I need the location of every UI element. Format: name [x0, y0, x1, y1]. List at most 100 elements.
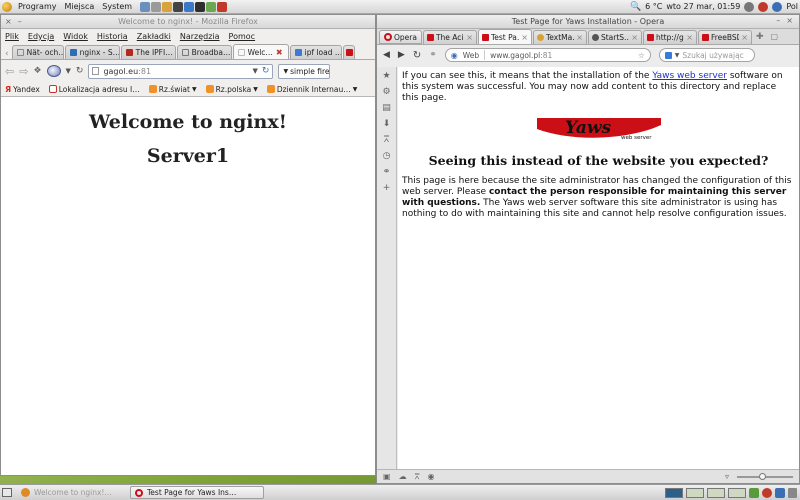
firefox-tab-active[interactable]: Welc… ✖ [232, 44, 289, 59]
user-name[interactable]: Pol [786, 2, 798, 11]
distro-logo-icon[interactable] [2, 1, 12, 12]
menu-help[interactable]: Pomoc [229, 32, 256, 41]
bookmark-folder-rz-polska[interactable]: Rz.polska ▼ [205, 85, 258, 94]
extension-icon[interactable]: ❖ [33, 66, 41, 76]
search-engine-chevron-icon[interactable]: ▼ [283, 68, 288, 75]
settings-icon[interactable] [744, 1, 755, 12]
launcher-app-icon[interactable] [151, 1, 162, 12]
menu-applications[interactable]: Programy [14, 2, 61, 11]
firefox-tab[interactable]: nginx - S… [64, 45, 120, 59]
speed-dial-icon[interactable]: ◉ [427, 472, 434, 481]
opera-tab[interactable]: The Aci… × [422, 30, 477, 44]
dropdown-chevron-icon[interactable]: ▼ [66, 67, 71, 75]
tab-close-icon[interactable]: × [741, 33, 748, 42]
bookmark-star-icon[interactable]: ☆ [638, 51, 645, 60]
menu-tools[interactable]: Narzędzia [180, 32, 220, 41]
zoom-slider-thumb[interactable] [759, 472, 766, 480]
workspace-4[interactable] [728, 487, 746, 498]
launcher-app-icon[interactable] [140, 1, 151, 12]
add-panel-icon[interactable]: + [383, 183, 391, 193]
zoom-slider[interactable] [737, 472, 793, 480]
share-icon[interactable]: ⩞ [415, 472, 420, 482]
panel-toggle-icon[interactable]: ▣ [383, 472, 391, 481]
applet-icon[interactable] [775, 487, 785, 498]
share-icon[interactable]: ⩞ [384, 135, 389, 145]
tab-close-icon[interactable]: × [686, 33, 693, 42]
clock-icon[interactable]: ◷ [383, 151, 391, 161]
reload-icon[interactable]: ↻ [413, 50, 421, 61]
opera-tab[interactable]: StartS… × [587, 30, 642, 44]
back-arrow-icon[interactable]: ◀ [383, 50, 390, 60]
opera-menu-button[interactable]: Opera [379, 30, 422, 44]
menu-places[interactable]: Miejsca [61, 2, 99, 11]
window-minimize-icon[interactable]: – [18, 17, 22, 26]
tab-close-icon[interactable]: × [521, 33, 528, 42]
trash-icon[interactable] [788, 487, 797, 498]
bookmark-ip-location[interactable]: Lokalizacja adresu I… [48, 85, 140, 94]
menu-edit[interactable]: Edycja [28, 32, 54, 41]
firefox-titlebar[interactable]: × – Welcome to nginx! - Mozilla Firefox [1, 15, 375, 29]
search-icon[interactable]: 🔍 [630, 2, 641, 12]
tab-close-icon[interactable]: × [466, 33, 473, 42]
opera-tab[interactable]: FreeBSD × [697, 30, 752, 44]
firefox-logo-icon[interactable] [46, 65, 61, 77]
launcher-app-icon[interactable] [217, 1, 228, 12]
search-engine-chevron-icon[interactable]: ▼ [675, 52, 680, 59]
tab-close-icon[interactable]: ✖ [276, 48, 283, 57]
key-icon[interactable]: ⚭ [429, 50, 437, 60]
url-bar[interactable]: ◉ Web www.gagol.pl:81 ☆ [444, 48, 651, 62]
opera-titlebar[interactable]: Test Page for Yaws Installation - Opera … [377, 15, 799, 29]
notes-icon[interactable]: ▤ [382, 103, 391, 113]
sync-icon[interactable]: ↻ [76, 66, 84, 76]
back-arrow-icon[interactable]: ⇦ [5, 65, 14, 78]
reload-icon[interactable]: ↻ [262, 66, 270, 76]
forward-arrow-icon[interactable]: ▶ [398, 50, 405, 60]
taskbar-item-opera[interactable]: Test Page for Yaws Ins… [130, 486, 264, 499]
launcher-app-icon[interactable] [184, 1, 195, 12]
clock-text[interactable]: wto 27 mar, 01:59 [666, 2, 740, 11]
applet-icon[interactable] [762, 487, 772, 498]
bookmark-yandex[interactable]: Я Yandex [5, 85, 40, 94]
window-close-icon[interactable]: × [786, 16, 793, 25]
url-bar[interactable]: gagol.eu:81 ▼ ↻ [88, 63, 274, 79]
workspace-1[interactable] [665, 487, 683, 498]
window-minimize-icon[interactable]: – [776, 16, 780, 25]
opera-tab[interactable]: TextMa… × [532, 30, 587, 44]
menu-history[interactable]: Historia [97, 32, 128, 41]
menu-file[interactable]: Plik [5, 32, 19, 41]
firefox-tab[interactable] [342, 45, 355, 59]
firefox-tab[interactable]: ipf load … [289, 45, 342, 59]
bookmark-folder-rz-swiat[interactable]: Rz.świat ▼ [148, 85, 197, 94]
menu-bookmarks[interactable]: Zakładki [137, 32, 171, 41]
taskbar-item-firefox[interactable]: Welcome to nginx!… [16, 486, 126, 499]
opera-tab[interactable]: http://g… × [642, 30, 697, 44]
tab-close-icon[interactable]: × [631, 33, 638, 42]
link-icon[interactable]: ⚭ [383, 167, 391, 177]
search-input[interactable]: ▼ simple firev [278, 63, 331, 79]
menu-system[interactable]: System [98, 2, 136, 11]
opera-tab-active[interactable]: Test Pa… × [477, 29, 532, 44]
tab-list-icon[interactable]: ▢ [768, 32, 782, 41]
search-input[interactable]: ▼ Szukaj używając [658, 48, 755, 62]
forward-arrow-icon[interactable]: ⇨ [19, 65, 28, 78]
url-dropdown-icon[interactable]: ▼ [253, 67, 258, 75]
tab-scroll-left-icon[interactable]: ‹ [3, 49, 11, 59]
launcher-app-icon[interactable] [162, 1, 173, 12]
launcher-app-icon[interactable] [173, 1, 184, 12]
launcher-app-icon[interactable] [206, 1, 217, 12]
user-icon[interactable] [772, 1, 783, 12]
download-icon[interactable]: ⬇ [383, 119, 391, 129]
zoom-out-icon[interactable]: ▿ [725, 472, 729, 481]
star-icon[interactable]: ★ [382, 71, 390, 81]
menu-view[interactable]: Widok [63, 32, 88, 41]
tab-close-icon[interactable]: × [576, 33, 583, 42]
bookmark-folder-dziennik[interactable]: Dziennik Internau… ▼ [266, 85, 357, 94]
new-tab-icon[interactable]: ✚ [753, 32, 767, 42]
firefox-tab[interactable]: Nät- och… [11, 45, 64, 59]
weather-text[interactable]: 6 °C [645, 2, 662, 11]
gear-icon[interactable]: ⚙ [382, 87, 390, 97]
search-engine-icon[interactable] [664, 51, 672, 59]
yaws-link[interactable]: Yaws web server [652, 71, 727, 81]
cloud-icon[interactable]: ☁ [399, 472, 407, 481]
window-close-icon[interactable]: × [5, 17, 12, 26]
